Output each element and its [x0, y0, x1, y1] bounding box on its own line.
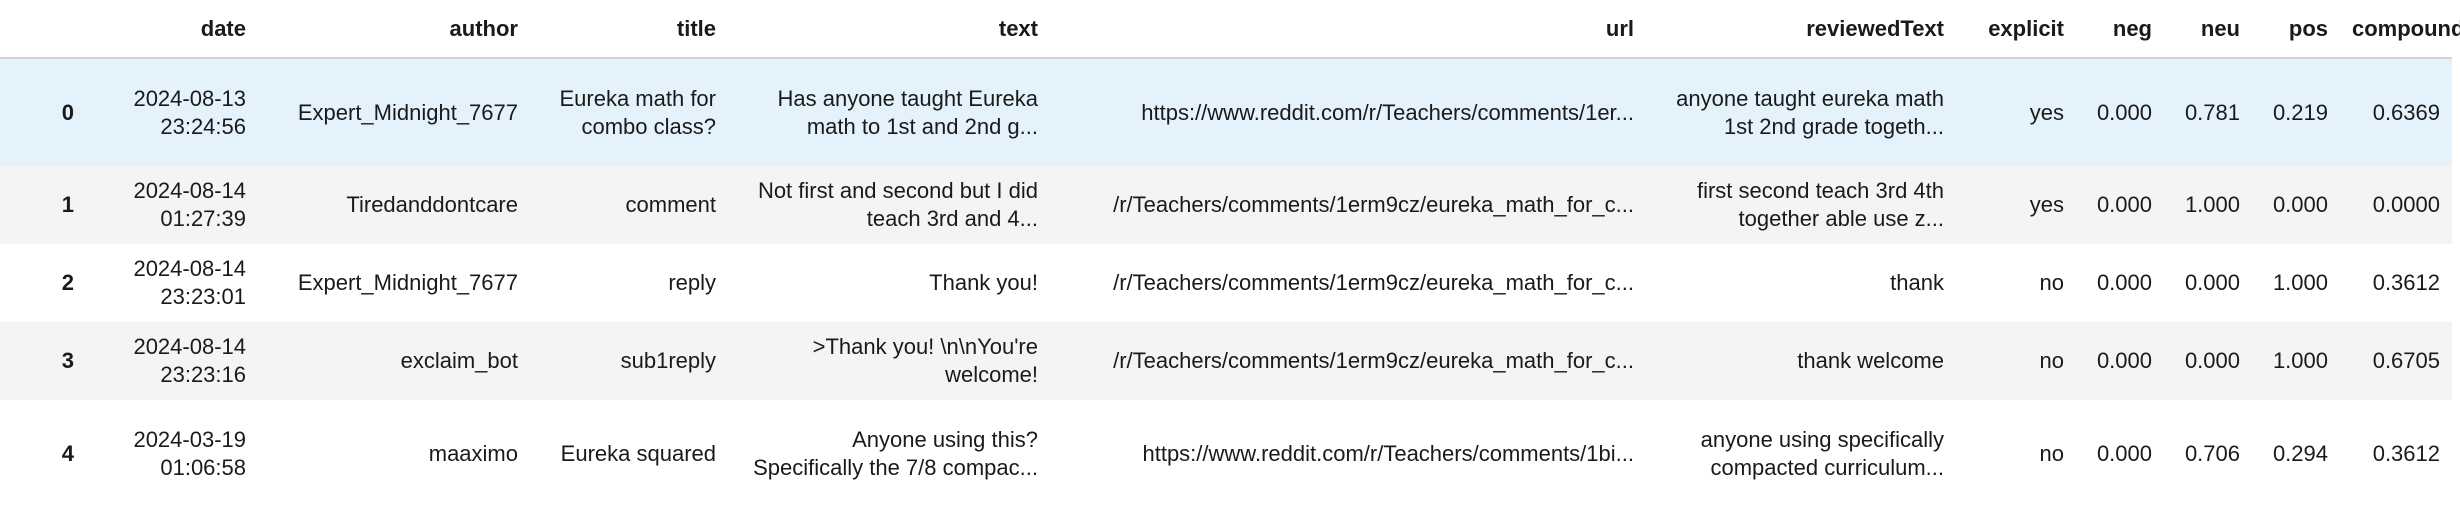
- cell-reviewed-text: anyone taught eureka math 1st 2nd grade …: [1676, 85, 1944, 139]
- cell-reviewed-text: thank: [1890, 270, 1944, 295]
- row-index: 2: [61, 270, 74, 295]
- cell-text: Not first and second but I did teach 3rd…: [757, 178, 1038, 231]
- cell-neu: 0.000: [2184, 348, 2240, 373]
- cell-explicit: no: [2039, 270, 2064, 295]
- cell-title: sub1reply: [620, 348, 716, 373]
- cell-neg: 0.000: [2096, 99, 2152, 125]
- cell-pos: 0.219: [2272, 99, 2328, 125]
- column-header-compound: compound: [2340, 0, 2460, 59]
- cell-text: >Thank you! \n\nYou're welcome!: [812, 334, 1038, 387]
- row-index: 0: [61, 99, 74, 125]
- cell-url: /r/Teachers/comments/1erm9cz/eureka_math…: [1113, 348, 1634, 373]
- cell-date: 2024-08-14 23:23:16: [133, 334, 246, 387]
- cell-pos: 0.294: [2272, 441, 2328, 466]
- cell-url: /r/Teachers/comments/1erm9cz/eureka_math…: [1113, 192, 1634, 217]
- cell-neg: 0.000: [2096, 192, 2152, 217]
- cell-compound: 0.3612: [2372, 270, 2440, 295]
- table-row[interactable]: 0 2024-08-13 23:24:56 Expert_Midnight_76…: [0, 58, 2452, 166]
- table-row[interactable]: 4 2024-03-19 01:06:58 maaximo Eureka squ…: [0, 400, 2452, 508]
- cell-text: Anyone using this? Specifically the 7/8 …: [753, 427, 1038, 480]
- column-header-neg: neg: [2076, 0, 2164, 59]
- cell-author: exclaim_bot: [400, 348, 518, 373]
- column-header-explicit: explicit: [1956, 0, 2076, 59]
- column-header-author: author: [258, 0, 530, 59]
- cell-text: Thank you!: [929, 270, 1038, 295]
- cell-reviewed-text: first second teach 3rd 4th together able…: [1696, 178, 1944, 231]
- cell-compound: 0.6369: [2372, 99, 2440, 125]
- dataframe-container: date author title text url reviewedText …: [0, 0, 2460, 508]
- cell-explicit: no: [2039, 441, 2064, 466]
- cell-title: Eureka math for combo class?: [559, 85, 716, 139]
- cell-url: https://www.reddit.com/r/Teachers/commen…: [1142, 441, 1634, 466]
- column-header-text: text: [728, 0, 1050, 59]
- row-index: 3: [61, 348, 74, 373]
- cell-compound: 0.6705: [2372, 348, 2440, 373]
- cell-explicit: yes: [2029, 99, 2064, 125]
- table-row[interactable]: 3 2024-08-14 23:23:16 exclaim_bot sub1re…: [0, 322, 2452, 400]
- table-row[interactable]: 1 2024-08-14 01:27:39 Tiredanddontcare c…: [0, 166, 2452, 244]
- cell-author: maaximo: [428, 441, 518, 466]
- column-header-title: title: [530, 0, 728, 59]
- column-header-neu: neu: [2164, 0, 2252, 59]
- cell-title: comment: [625, 192, 716, 217]
- cell-reviewed-text: anyone using specifically compacted curr…: [1700, 427, 1944, 480]
- cell-compound: 0.3612: [2372, 441, 2440, 466]
- column-header-pos: pos: [2252, 0, 2340, 59]
- cell-pos: 1.000: [2272, 348, 2328, 373]
- row-index: 4: [61, 441, 74, 466]
- cell-url: https://www.reddit.com/r/Teachers/commen…: [1141, 99, 1634, 125]
- cell-neu: 1.000: [2184, 192, 2240, 217]
- cell-neu: 0.781: [2184, 99, 2240, 125]
- cell-date: 2024-03-19 01:06:58: [133, 427, 246, 480]
- dataframe-table: date author title text url reviewedText …: [0, 0, 2460, 508]
- cell-explicit: yes: [2029, 192, 2064, 217]
- cell-neg: 0.000: [2096, 348, 2152, 373]
- cell-reviewed-text: thank welcome: [1797, 348, 1944, 373]
- cell-date: 2024-08-14 01:27:39: [133, 178, 246, 231]
- column-header-date: date: [86, 0, 258, 59]
- cell-compound: 0.0000: [2372, 192, 2440, 217]
- cell-pos: 0.000: [2272, 192, 2328, 217]
- cell-title: Eureka squared: [560, 441, 716, 466]
- cell-neg: 0.000: [2096, 441, 2152, 466]
- cell-title: reply: [668, 270, 716, 295]
- cell-explicit: no: [2039, 348, 2064, 373]
- index-header: [0, 0, 86, 59]
- cell-author: Expert_Midnight_7677: [297, 99, 518, 125]
- cell-date: 2024-08-13 23:24:56: [133, 85, 246, 139]
- row-index: 1: [61, 192, 74, 217]
- cell-neg: 0.000: [2096, 270, 2152, 295]
- column-header-url: url: [1050, 0, 1646, 59]
- cell-url: /r/Teachers/comments/1erm9cz/eureka_math…: [1113, 270, 1634, 295]
- cell-author: Tiredanddontcare: [346, 192, 518, 217]
- column-header-reviewedtext: reviewedText: [1646, 0, 1956, 59]
- cell-pos: 1.000: [2272, 270, 2328, 295]
- cell-neu: 0.706: [2184, 441, 2240, 466]
- table-row[interactable]: 2 2024-08-14 23:23:01 Expert_Midnight_76…: [0, 244, 2452, 322]
- header-row: date author title text url reviewedText …: [0, 0, 2460, 59]
- cell-author: Expert_Midnight_7677: [297, 270, 518, 295]
- cell-date: 2024-08-14 23:23:01: [133, 256, 246, 309]
- cell-neu: 0.000: [2184, 270, 2240, 295]
- cell-text: Has anyone taught Eureka math to 1st and…: [777, 85, 1038, 139]
